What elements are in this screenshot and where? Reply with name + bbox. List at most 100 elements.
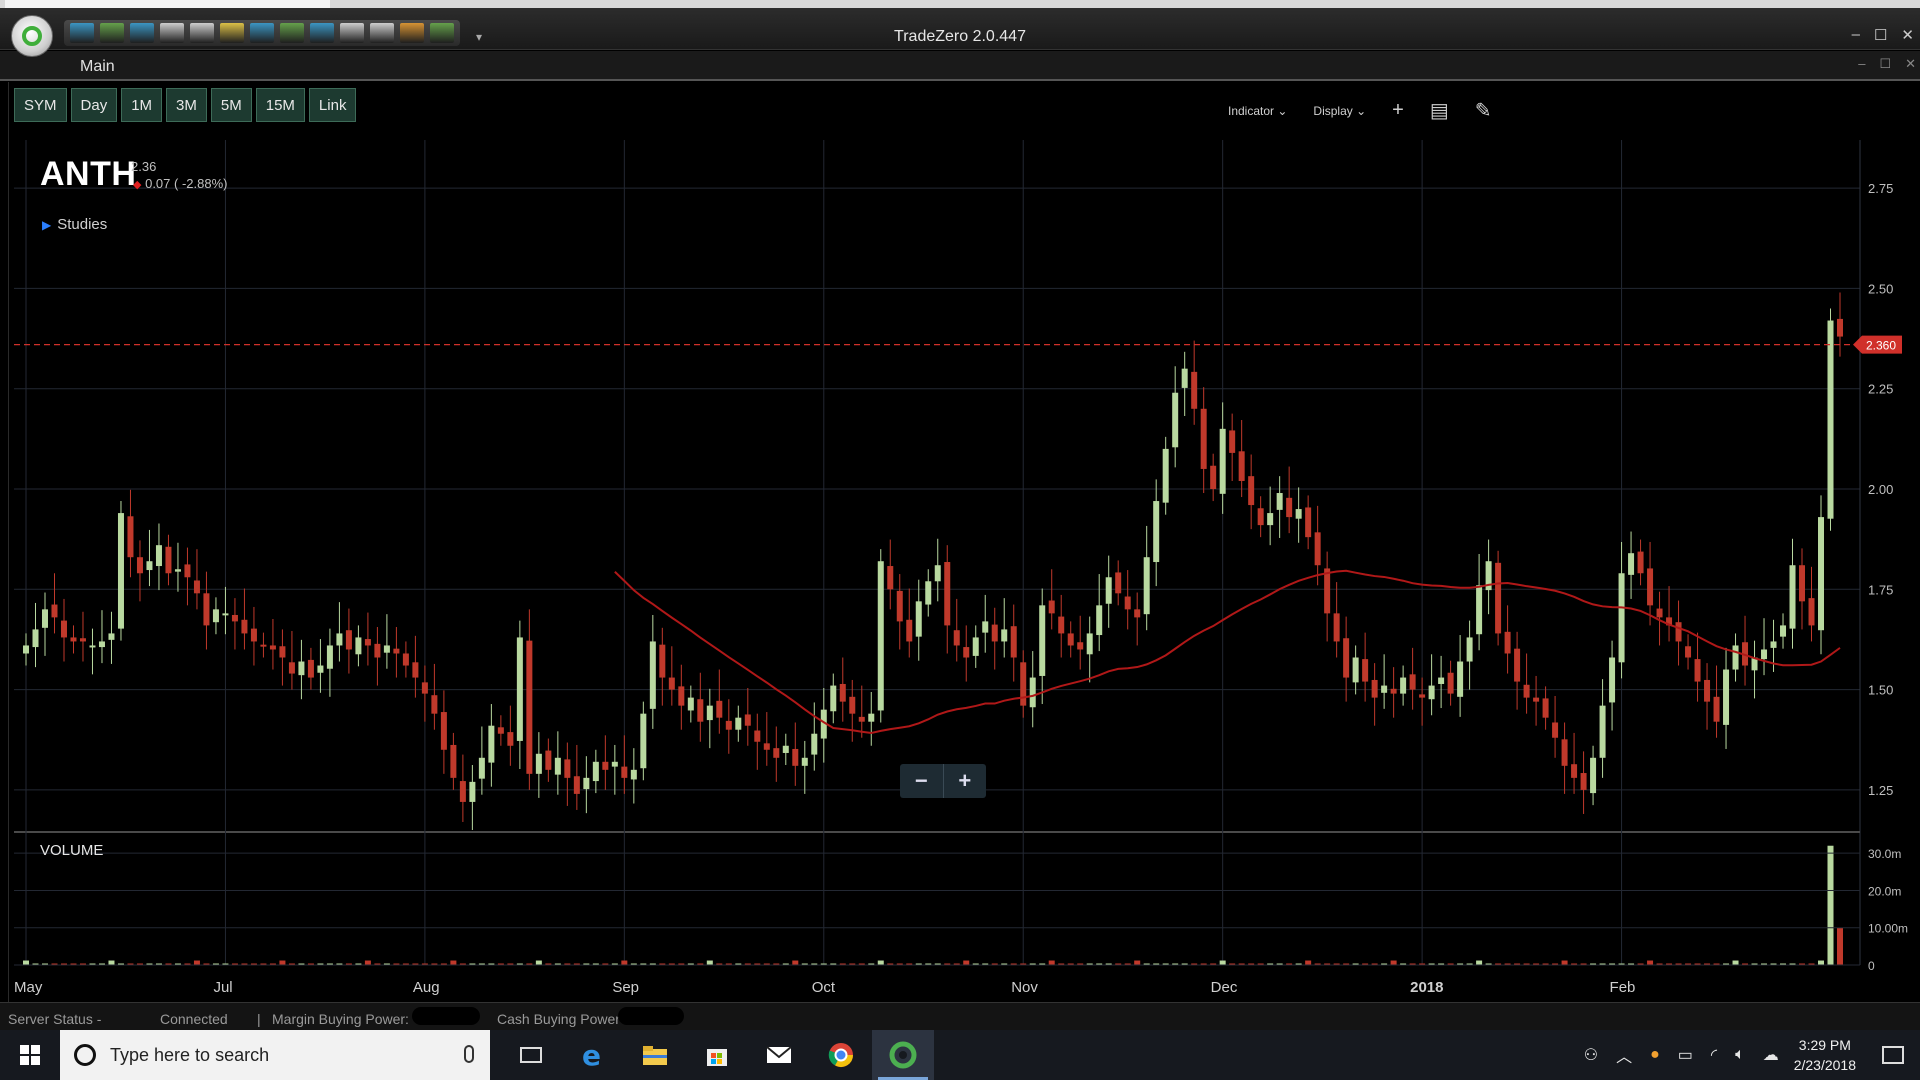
period-button-5m[interactable]: 5M	[210, 88, 252, 122]
candle-body	[1590, 757, 1597, 794]
pencil-icon[interactable]: ✎	[1475, 98, 1492, 123]
taskbar-search[interactable]: Type here to search	[60, 1030, 490, 1080]
candle-body	[241, 619, 248, 634]
volume-icon[interactable]: 🔈︎	[1735, 1046, 1745, 1064]
cash-buying-power-label: Cash Buying Power	[497, 1011, 620, 1027]
volume-bar	[706, 960, 713, 965]
candle-body	[953, 630, 960, 646]
candle-body	[1580, 773, 1587, 790]
indicator-dropdown[interactable]: Indicator ⌄	[1228, 104, 1287, 118]
cloud-icon[interactable]: ☁	[1763, 1045, 1779, 1065]
candle-body	[421, 682, 428, 694]
candle-body	[877, 561, 884, 711]
expand-triangle-icon: ▶	[42, 218, 52, 232]
candle-body	[1200, 408, 1207, 469]
candle-body	[1799, 565, 1806, 602]
candle-body	[374, 643, 381, 658]
candle-body	[89, 645, 96, 648]
display-dropdown[interactable]: Display ⌄	[1313, 104, 1366, 118]
chrome-app[interactable]	[810, 1030, 872, 1080]
candle-body	[450, 744, 457, 778]
period-button-day[interactable]: Day	[70, 88, 118, 122]
candle-body	[507, 732, 514, 746]
period-button-sym[interactable]: SYM	[14, 88, 67, 122]
candle-body	[1305, 507, 1312, 538]
zoom-out-button[interactable]: −	[900, 764, 943, 798]
candle-body	[79, 638, 86, 642]
tradezero-logo-button[interactable]	[11, 15, 53, 57]
start-button[interactable]	[0, 1030, 60, 1080]
candle-body	[782, 745, 789, 753]
x-tick-label: Feb	[1610, 979, 1636, 996]
zoom-in-button[interactable]: +	[942, 764, 987, 798]
candle-body	[1438, 677, 1445, 684]
cortana-icon	[74, 1044, 96, 1066]
mail-app[interactable]	[748, 1030, 810, 1080]
period-button-link[interactable]: Link	[308, 88, 357, 122]
y-tick-label: 1.25	[1868, 783, 1893, 798]
candle-body	[1058, 616, 1065, 634]
candle-body	[1637, 551, 1644, 574]
candle-body	[849, 696, 856, 714]
candle-body	[250, 628, 257, 642]
period-button-3m[interactable]: 3M	[166, 88, 207, 122]
candle-body	[830, 685, 837, 712]
candle-body	[1124, 596, 1131, 610]
candle-body	[488, 725, 495, 763]
comment-icon[interactable]: ▤	[1430, 98, 1449, 123]
symbol-name[interactable]: ANTH	[40, 155, 136, 193]
candle-body	[792, 748, 799, 766]
candle-body	[697, 699, 704, 722]
candle-body	[1143, 557, 1150, 615]
candle-body	[1457, 661, 1464, 697]
candle-body	[1609, 657, 1616, 703]
volume-bar	[1561, 960, 1568, 965]
candle-body	[1039, 605, 1046, 676]
candle-body	[621, 766, 628, 778]
x-tick-label: May	[14, 979, 43, 996]
chevron-up-icon[interactable]: ︿	[1616, 1043, 1632, 1067]
volume-bar	[279, 960, 286, 965]
candle-body	[32, 629, 39, 648]
people-icon[interactable]: ⚇	[1584, 1045, 1598, 1065]
task-view-button[interactable]	[500, 1030, 562, 1080]
battery-icon[interactable]: ▭	[1678, 1045, 1693, 1065]
candle-body	[1447, 672, 1454, 694]
x-tick-label: 2018	[1410, 979, 1443, 996]
candle-body	[1732, 645, 1739, 670]
candle-body	[1808, 598, 1815, 626]
file-explorer-app[interactable]	[624, 1030, 686, 1080]
candle-body	[1628, 553, 1635, 575]
period-button-1m[interactable]: 1M	[121, 88, 163, 122]
x-tick-label: Oct	[812, 979, 836, 996]
edge-app[interactable]: e	[562, 1030, 624, 1080]
price-chart[interactable]: 2.75 2.50 2.25 2.00 1.75 1.50 1.25 May Jul Aug Sep…	[0, 0, 1920, 1080]
candle-body	[222, 613, 229, 616]
volume-bar	[193, 960, 200, 965]
candle-body	[1685, 646, 1692, 658]
server-status-value: Connected	[160, 1011, 228, 1027]
store-app[interactable]	[686, 1030, 748, 1080]
crosshair-icon[interactable]: +	[1392, 99, 1404, 122]
tradezero-app-button[interactable]	[872, 1030, 934, 1080]
candle-body	[545, 750, 552, 770]
notification-center-icon[interactable]	[1882, 1046, 1904, 1064]
studies-toggle[interactable]: ▶ Studies	[42, 216, 107, 233]
candle-body	[23, 645, 29, 654]
wifi-icon[interactable]: ◜	[1711, 1045, 1717, 1065]
candle-body	[117, 513, 124, 629]
candle-body	[516, 637, 523, 741]
candle-body	[706, 705, 713, 721]
candle-body	[355, 637, 362, 655]
period-button-15m[interactable]: 15M	[255, 88, 305, 122]
symbol-change: ◆ 0.07 ( -2.88%)	[133, 176, 227, 191]
microphone-icon[interactable]	[464, 1045, 474, 1063]
display-label: Display	[1313, 103, 1353, 118]
margin-buying-power-label: Margin Buying Power:	[272, 1011, 409, 1027]
volume-bar	[1219, 960, 1226, 965]
candle-body	[725, 720, 732, 730]
candle-body	[649, 641, 656, 709]
tray-app-icon[interactable]: ●	[1650, 1046, 1660, 1064]
taskbar-clock[interactable]: 3:29 PM 2/23/2018	[1794, 1035, 1856, 1075]
candle-body	[136, 557, 143, 574]
